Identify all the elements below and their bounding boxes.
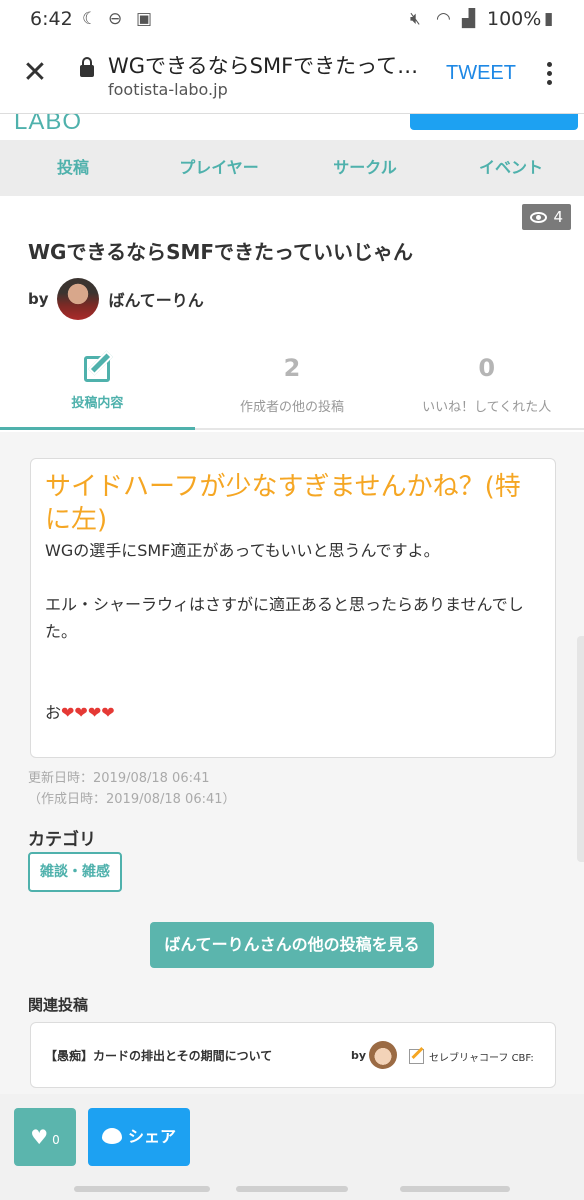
created-date: （作成日時：2019/08/18 06:41）: [28, 792, 236, 807]
bottom-action-bar: ♥ 0 シェア: [0, 1094, 584, 1200]
image-icon: ▣: [136, 9, 153, 29]
updated-date: 更新日時：2019/08/18 06:41: [28, 771, 210, 786]
nav-item-posts[interactable]: 投稿: [0, 140, 146, 196]
twitter-bird-icon: [101, 1128, 122, 1144]
battery-icon: ▮: [544, 9, 554, 29]
nav-gesture-home[interactable]: [236, 1186, 348, 1192]
post-heading: サイドハーフが少なすぎませんかね？(特に左): [45, 472, 521, 535]
edit-icon: [409, 1049, 424, 1064]
body-paragraph: WGの選手にSMF適正があってもいいと思うんですよ。: [45, 541, 440, 560]
nav-item-players[interactable]: プレイヤー: [146, 140, 292, 196]
like-count: 0: [52, 1133, 60, 1147]
post-author[interactable]: by ばんてーりん: [28, 278, 204, 320]
avatar[interactable]: [56, 278, 99, 320]
tab-author-other-posts[interactable]: 2 作成者の他の投稿: [195, 346, 390, 428]
avatar: [369, 1041, 397, 1069]
post-content-area: サイドハーフが少なすぎませんかね？(特に左) WGの選手にSMF適正があってもい…: [0, 432, 584, 1094]
related-author: セレブリャコーフ CBF:: [429, 1053, 534, 1064]
tab-label: いいね！してくれた人: [422, 400, 552, 415]
dnd-icon: ⊖: [108, 9, 123, 29]
battery-level: 100%: [487, 8, 542, 30]
more-options-icon[interactable]: [545, 62, 553, 88]
lock-icon: [80, 57, 94, 77]
status-bar: 6:42 ☾ ⊖ ▣ 🔇︎ ◠ ▟ 100% ▮: [0, 0, 584, 38]
heart-icon: ♥: [30, 1125, 49, 1149]
share-button[interactable]: シェア: [88, 1108, 190, 1166]
body-text: お: [45, 703, 62, 722]
related-posts-label: 関連投稿: [28, 996, 89, 1014]
nav-item-circles[interactable]: サークル: [292, 140, 438, 196]
wifi-icon: ◠: [436, 9, 451, 29]
stat-value: 2: [283, 354, 301, 382]
related-title[interactable]: 【愚痴】カードの排出とその期間について: [45, 1047, 272, 1064]
post-body-card: サイドハーフが少なすぎませんかね？(特に左) WGの選手にSMF適正があってもい…: [30, 458, 556, 758]
signal-icon: ▟: [462, 9, 476, 29]
view-count-badge: 4: [522, 204, 571, 230]
category-label: カテゴリ: [28, 830, 96, 850]
mute-icon: 🔇︎: [410, 9, 421, 29]
header-twitter-button[interactable]: [410, 114, 578, 130]
moon-icon: ☾: [82, 9, 98, 29]
by-label: by: [28, 290, 49, 308]
nav-gesture-right[interactable]: [400, 1186, 510, 1192]
browser-url: footista-labo.jp: [108, 80, 228, 99]
body-paragraph: エル・シャーラウィはさすがに適正あると思ったらありませんでした。: [45, 595, 524, 641]
post-body: WGの選手にSMF適正があってもいいと思うんですよ。 エル・シャーラウィはさすが…: [45, 537, 541, 726]
author-more-posts-button[interactable]: ばんてーりんさんの他の投稿を見る: [150, 922, 434, 968]
nav-gesture-left[interactable]: [74, 1186, 210, 1192]
status-time: 6:42: [30, 8, 73, 30]
scrollbar[interactable]: [577, 636, 584, 862]
body-paragraph: お❤❤❤❤: [45, 699, 541, 726]
author-name[interactable]: ばんてーりん: [109, 287, 204, 311]
related-by-label: by: [351, 1049, 367, 1062]
site-nav: 投稿 プレイヤー サークル イベント: [0, 140, 584, 196]
share-label: シェア: [127, 1127, 176, 1146]
stat-value: 0: [478, 354, 496, 382]
tab-likers[interactable]: 0 いいね！してくれた人: [389, 346, 584, 428]
category-tag[interactable]: 雑談・雑感: [28, 852, 122, 892]
nav-item-events[interactable]: イベント: [438, 140, 584, 196]
tab-post-content[interactable]: 投稿内容: [0, 346, 195, 430]
list-item[interactable]: 【愚痴】カードの排出とその期間について by セレブリャコーフ CBF:: [30, 1022, 556, 1088]
view-count: 4: [553, 208, 563, 226]
tab-label: 投稿内容: [71, 396, 124, 411]
post-header: 4 WGできるならSMFできたっていいじゃん by ばんてーりん 投稿内容 2 …: [0, 196, 584, 430]
post-stats-tabs: 投稿内容 2 作成者の他の投稿 0 いいね！してくれた人: [0, 346, 584, 430]
eye-icon: [530, 212, 548, 223]
tab-label: 作成者の他の投稿: [240, 400, 345, 415]
close-icon[interactable]: ✕: [20, 58, 50, 88]
edit-icon: [84, 356, 111, 382]
tweet-button[interactable]: TWEET: [446, 62, 516, 85]
browser-page-title: WGできるならSMFできたって…: [108, 54, 419, 78]
heart-emojis: ❤❤❤❤: [61, 703, 115, 722]
site-logo[interactable]: LABO: [14, 114, 82, 136]
site-header: LABO: [0, 114, 584, 140]
like-button[interactable]: ♥ 0: [14, 1108, 76, 1166]
post-dates: 更新日時：2019/08/18 06:41 （作成日時：2019/08/18 0…: [28, 768, 236, 810]
post-title: WGできるならSMFできたっていいじゃん: [28, 240, 414, 264]
browser-toolbar: ✕ WGできるならSMFできたって… footista-labo.jp TWEE…: [0, 38, 584, 114]
